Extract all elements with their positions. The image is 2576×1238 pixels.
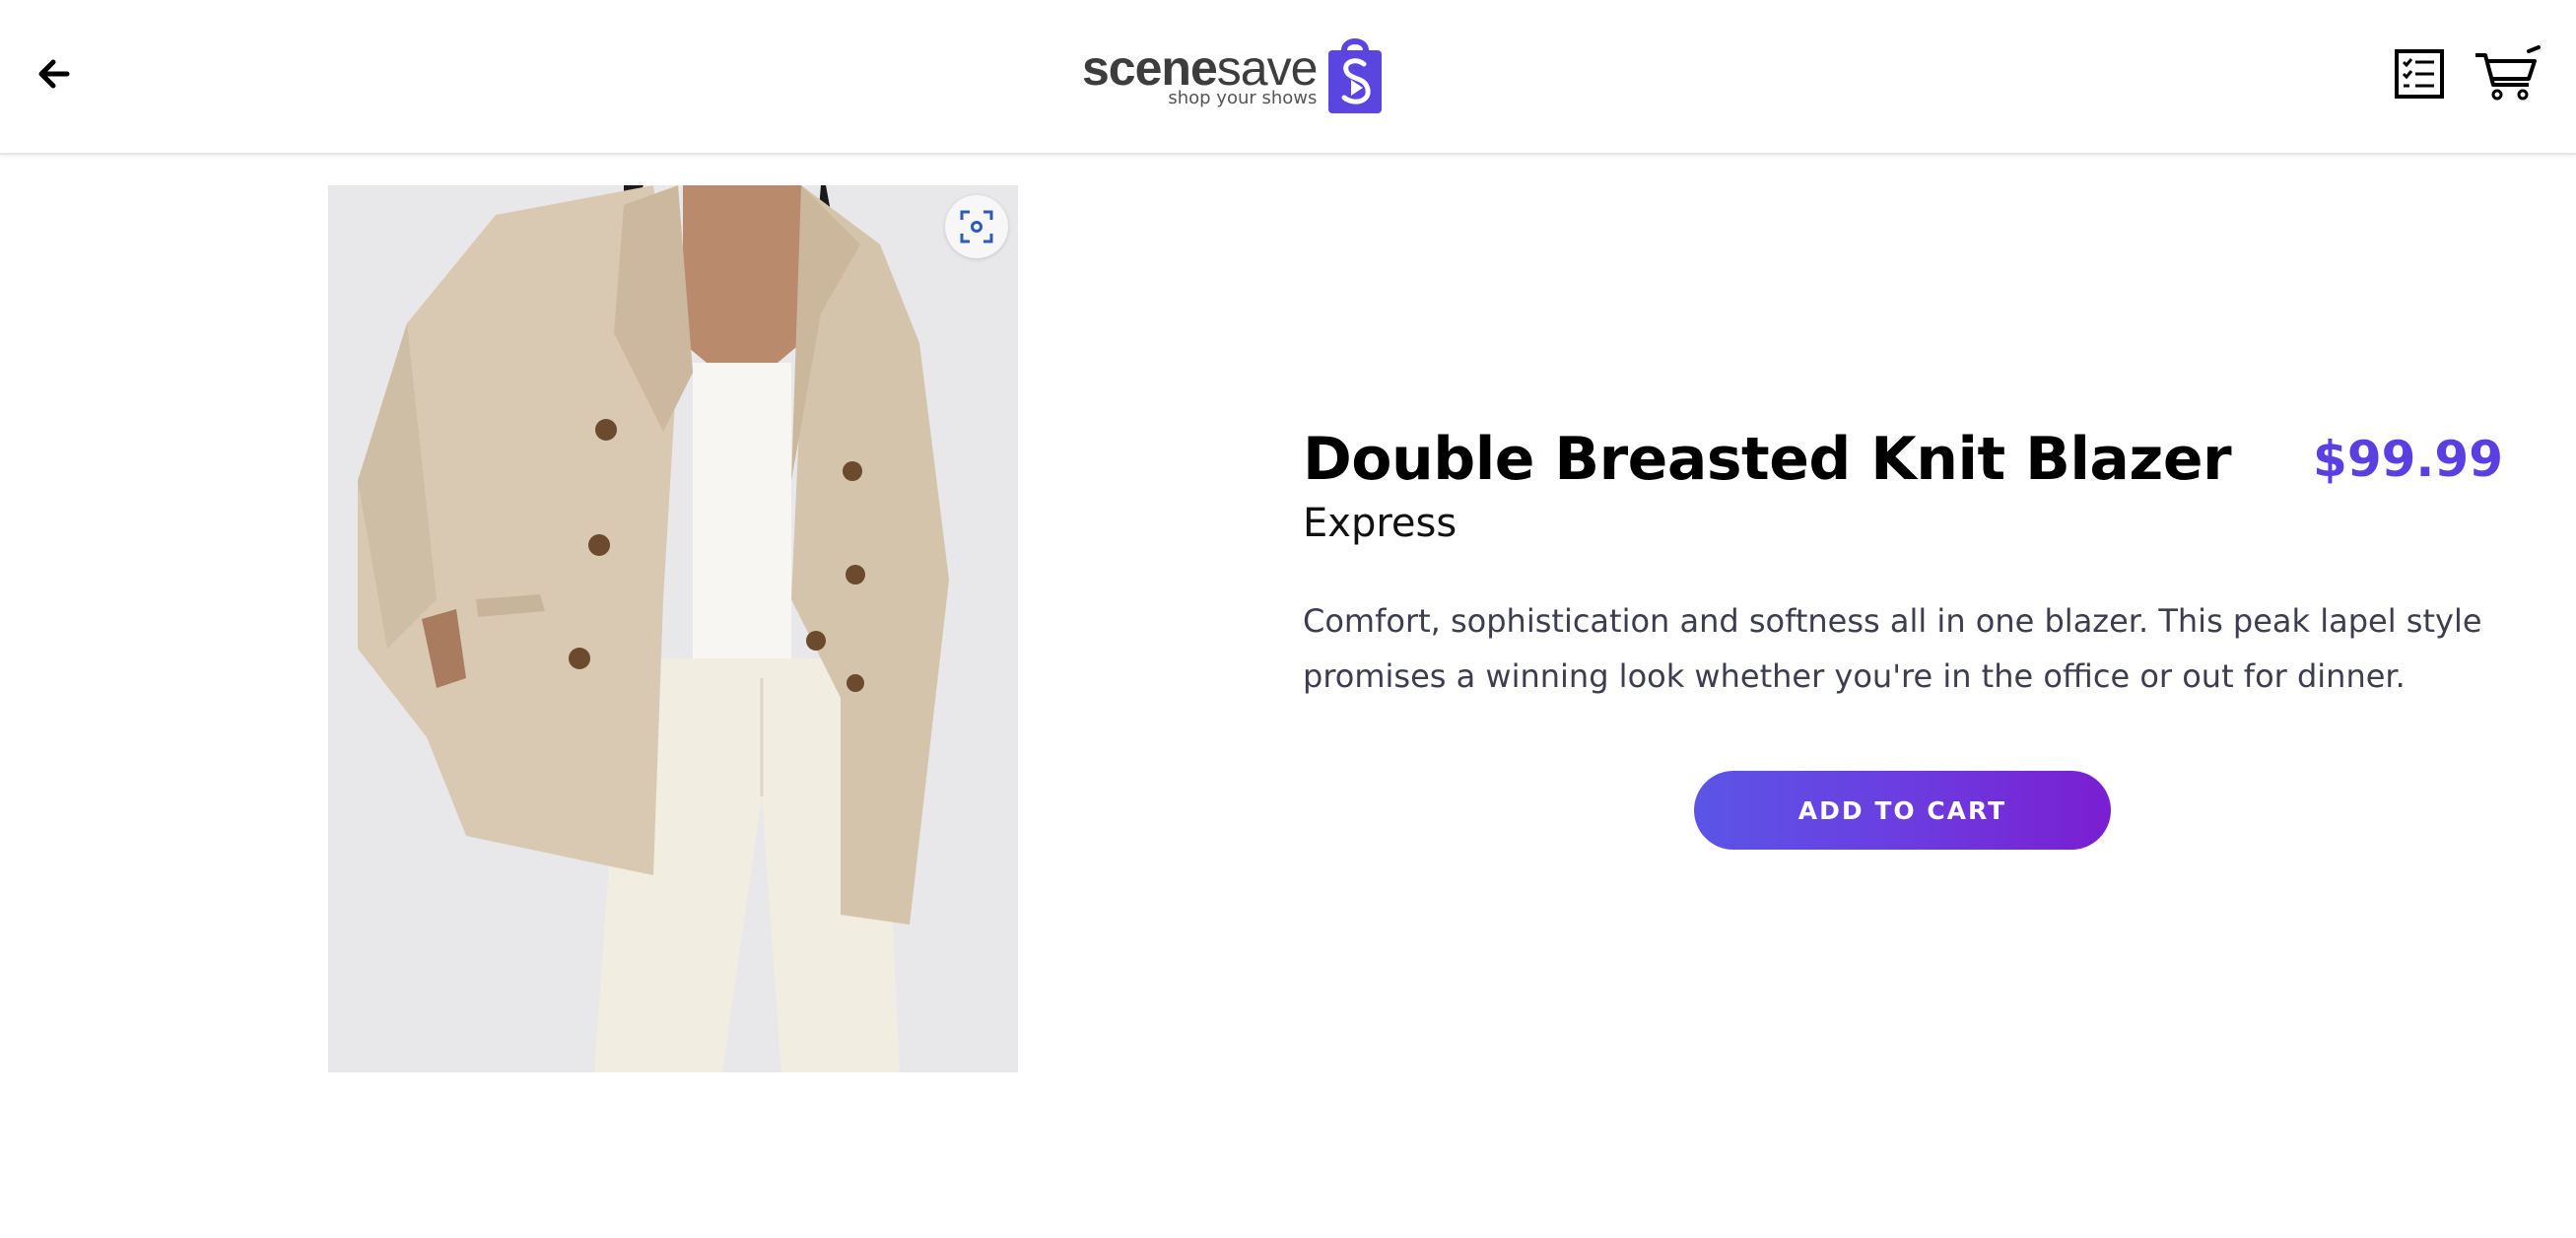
product-brand: Express (1303, 501, 1457, 546)
product-image (328, 185, 1018, 1072)
product-price: $99.99 (2313, 431, 2503, 488)
back-button[interactable] (30, 49, 79, 99)
checklist-icon (2395, 49, 2444, 99)
visual-search-button[interactable] (945, 195, 1008, 258)
title-row: Double Breasted Knit Blazer $99.99 (1303, 422, 2503, 501)
arrow-left-icon (38, 59, 70, 89)
orders-list-button[interactable] (2390, 44, 2449, 103)
product-details: Double Breasted Knit Blazer $99.99 Expre… (1303, 422, 2503, 704)
cart-button[interactable] (2472, 44, 2542, 103)
product-description: Comfort, sophistication and softness all… (1303, 602, 2482, 695)
shopping-cart-icon (2475, 45, 2541, 101)
logo-tagline: shop your shows (1168, 88, 1318, 108)
product-photo (328, 185, 1018, 1072)
scenesave-logo[interactable]: scenesave shop your shows (1082, 32, 1384, 118)
add-to-cart-button[interactable]: ADD TO CART (1694, 771, 2111, 850)
logo-wordmark: scenesave (1082, 42, 1318, 94)
logo-text: scenesave shop your shows (1082, 42, 1318, 108)
scan-focus-icon (960, 210, 993, 243)
shopping-bag-play-icon (1328, 38, 1383, 113)
top-navigation-bar: scenesave shop your shows (0, 0, 2576, 155)
product-title: Double Breasted Knit Blazer (1303, 425, 2232, 494)
